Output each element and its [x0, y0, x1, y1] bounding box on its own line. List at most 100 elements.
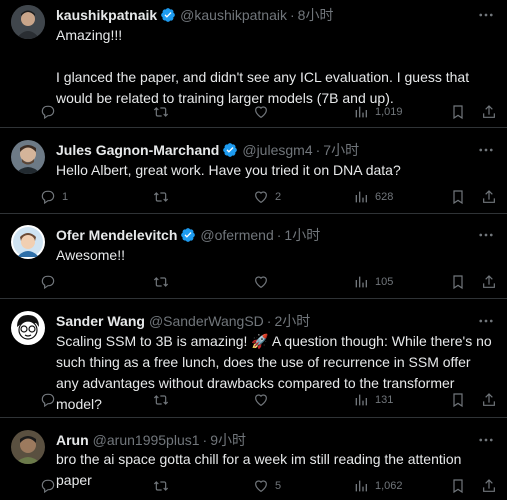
separator-dot: ·: [266, 313, 272, 329]
views-icon: [355, 480, 367, 492]
avatar[interactable]: [11, 5, 45, 39]
author-handle[interactable]: @ofermend: [200, 227, 273, 243]
like-button[interactable]: [253, 102, 275, 122]
share-button[interactable]: [481, 102, 497, 122]
timestamp[interactable]: 1小时: [284, 225, 320, 245]
like-button[interactable]: [253, 272, 275, 292]
reply-icon: [41, 393, 55, 408]
bookmark-button[interactable]: [450, 102, 466, 122]
author-name[interactable]: Ofer Mendelevitch: [56, 227, 177, 243]
like-button[interactable]: [253, 390, 275, 410]
verified-badge-icon: [181, 228, 196, 242]
share-button[interactable]: [481, 187, 497, 207]
separator-dot: ·: [202, 432, 208, 448]
tweet-text-line: [56, 46, 493, 67]
timestamp[interactable]: 9小时: [210, 430, 246, 450]
heart-icon: [255, 191, 267, 204]
like-count: 2: [275, 191, 282, 203]
author-name[interactable]: kaushikpatnaik: [56, 7, 157, 23]
tweet-actions: 5 1,062: [40, 476, 507, 496]
bookmark-button[interactable]: [450, 272, 466, 292]
tweet[interactable]: Jules Gagnon-Marchand @julesgm4 · 7小时 He…: [0, 129, 507, 214]
more-options-icon[interactable]: [477, 6, 495, 24]
view-count: 1,019: [375, 106, 403, 118]
reply-button[interactable]: 1: [40, 187, 68, 207]
view-count: 105: [375, 276, 394, 288]
tweet-text-line: Awesome!!: [56, 247, 125, 263]
avatar[interactable]: [11, 225, 45, 259]
more-options-icon[interactable]: [477, 141, 495, 159]
like-button[interactable]: 5: [253, 476, 281, 496]
reply-icon: [41, 479, 55, 494]
avatar-image: [11, 225, 45, 259]
tweet[interactable]: kaushikpatnaik @kaushikpatnaik · 8小时 Ama…: [0, 0, 507, 128]
more-options-icon[interactable]: [477, 312, 495, 330]
avatar[interactable]: [11, 140, 45, 174]
author-name[interactable]: Jules Gagnon-Marchand: [56, 142, 219, 158]
share-icon: [483, 479, 495, 492]
bookmark-icon: [453, 393, 463, 408]
tweet-text-line: Hello Albert, great work. Have you tried…: [56, 162, 401, 178]
bookmark-button[interactable]: [450, 476, 466, 496]
reply-icon: [41, 275, 55, 290]
repost-button[interactable]: [153, 102, 175, 122]
avatar[interactable]: [11, 430, 45, 464]
tweet-text: Hello Albert, great work. Have you tried…: [56, 160, 493, 181]
reply-button[interactable]: [40, 272, 62, 292]
share-icon: [483, 190, 495, 203]
share-button[interactable]: [481, 272, 497, 292]
views-button[interactable]: 1,019: [353, 102, 403, 122]
view-count: 1,062: [375, 480, 403, 492]
separator-dot: ·: [315, 142, 321, 158]
author-handle[interactable]: @kaushikpatnaik: [180, 7, 287, 23]
views-button[interactable]: 628: [353, 187, 393, 207]
reply-button[interactable]: [40, 476, 62, 496]
timestamp[interactable]: 7小时: [323, 140, 359, 160]
timestamp[interactable]: 2小时: [274, 311, 310, 331]
views-button[interactable]: 1,062: [353, 476, 403, 496]
more-options-icon[interactable]: [477, 226, 495, 244]
reply-button[interactable]: [40, 102, 62, 122]
repost-button[interactable]: [153, 187, 175, 207]
bookmark-icon: [453, 190, 463, 205]
repost-button[interactable]: [153, 390, 175, 410]
verified-badge-icon: [223, 143, 238, 157]
avatar[interactable]: [11, 311, 45, 345]
timestamp[interactable]: 8小时: [298, 5, 334, 25]
tweet-text-line: Amazing!!!: [56, 27, 123, 43]
views-icon: [355, 276, 367, 288]
verified-badge-icon: [161, 8, 175, 22]
author-handle[interactable]: @arun1995plus1: [93, 432, 200, 448]
reply-button[interactable]: [40, 390, 62, 410]
avatar-image: [11, 5, 45, 39]
bookmark-button[interactable]: [450, 187, 466, 207]
tweet-actions: 1,019: [40, 102, 507, 122]
heart-icon: [255, 276, 267, 289]
tweet-actions: 1 2 628: [40, 187, 507, 207]
share-icon: [483, 105, 495, 118]
more-options-icon[interactable]: [477, 431, 495, 449]
tweet[interactable]: Sander Wang @SanderWangSD · 2小时 Scaling …: [0, 300, 507, 418]
view-count: 628: [375, 191, 394, 203]
views-icon: [355, 106, 367, 118]
like-count: 5: [275, 480, 282, 492]
share-icon: [483, 393, 495, 406]
like-button[interactable]: 2: [253, 187, 281, 207]
repost-button[interactable]: [153, 476, 175, 496]
bookmark-button[interactable]: [450, 390, 466, 410]
views-button[interactable]: 105: [353, 272, 393, 292]
views-button[interactable]: 131: [353, 390, 393, 410]
repost-icon: [153, 107, 169, 117]
tweet[interactable]: Arun @arun1995plus1 · 9小时 bro the ai spa…: [0, 419, 507, 500]
author-handle[interactable]: @julesgm4: [242, 142, 312, 158]
tweet-text: Awesome!!: [56, 245, 493, 266]
share-button[interactable]: [481, 476, 497, 496]
author-name[interactable]: Sander Wang: [56, 313, 145, 329]
repost-button[interactable]: [153, 272, 175, 292]
avatar-image: [11, 430, 45, 464]
share-button[interactable]: [481, 390, 497, 410]
author-name[interactable]: Arun: [56, 432, 89, 448]
view-count: 131: [375, 394, 394, 406]
author-handle[interactable]: @SanderWangSD: [149, 313, 264, 329]
tweet[interactable]: Ofer Mendelevitch @ofermend · 1小时 Awesom…: [0, 215, 507, 299]
